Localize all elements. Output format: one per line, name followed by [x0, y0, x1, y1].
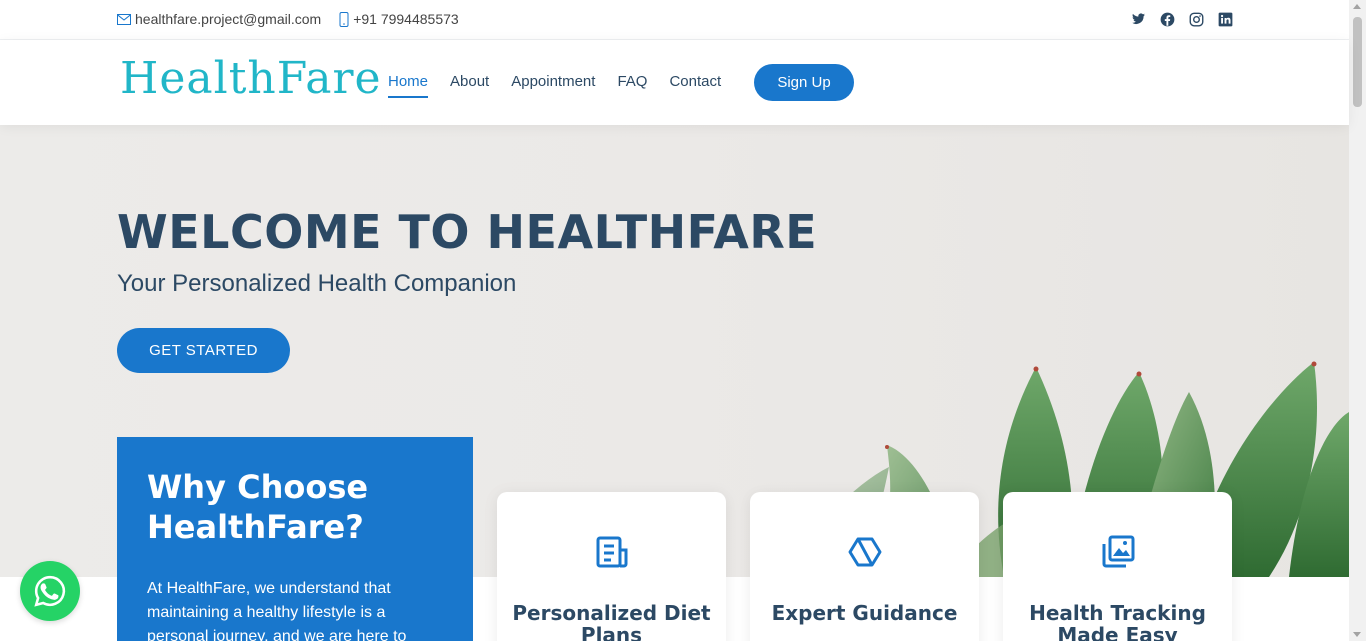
scrollbar-thumb[interactable]	[1353, 17, 1362, 107]
scroll-down-arrow[interactable]	[1353, 632, 1361, 637]
card-title: Expert Guidance	[771, 601, 958, 625]
signup-button[interactable]: Sign Up	[754, 64, 854, 101]
main-header: HealthFare Home About Appointment FAQ Co…	[0, 40, 1349, 125]
top-bar: healthfare.project@gmail.com +91 7994485…	[0, 0, 1349, 40]
phone-text: +91 7994485573	[353, 11, 459, 27]
envelope-icon	[117, 13, 131, 25]
twitter-icon[interactable]	[1131, 12, 1147, 28]
feature-card-expert-guidance: Expert Guidance	[750, 492, 979, 641]
why-title: Why Choose HealthFare?	[147, 468, 369, 546]
why-text: At HealthFare, we understand that mainta…	[147, 580, 407, 641]
main-nav: Home About Appointment FAQ Contact	[388, 73, 743, 98]
hero-title: WELCOME TO HEALTHFARE	[117, 205, 818, 259]
card-title: Health Tracking Made Easy	[1029, 601, 1206, 641]
card-title: Personalized Diet Plans	[512, 601, 711, 641]
whatsapp-chat-button[interactable]	[20, 561, 80, 621]
logo[interactable]: HealthFare	[120, 53, 382, 104]
hero-subtitle: Your Personalized Health Companion	[117, 270, 517, 297]
phone-link[interactable]: +91 7994485573	[339, 11, 459, 27]
why-choose-box: Why Choose HealthFare? At HealthFare, we…	[117, 437, 473, 641]
nav-faq[interactable]: FAQ	[617, 73, 647, 98]
social-links	[1131, 12, 1234, 28]
facebook-icon[interactable]	[1160, 12, 1176, 28]
nav-about[interactable]: About	[450, 73, 489, 98]
scrollbar[interactable]	[1349, 0, 1366, 641]
nav-contact[interactable]: Contact	[669, 73, 721, 98]
feature-card-diet-plans: Personalized Diet Plans	[497, 492, 726, 641]
contact-info: healthfare.project@gmail.com +91 7994485…	[117, 11, 477, 27]
get-started-button[interactable]: GET STARTED	[117, 328, 290, 373]
document-icon	[596, 536, 627, 568]
instagram-icon[interactable]	[1189, 12, 1205, 28]
hexagon-icon	[848, 537, 881, 567]
whatsapp-icon	[34, 575, 66, 607]
email-text: healthfare.project@gmail.com	[135, 11, 322, 27]
linkedin-icon[interactable]	[1218, 12, 1234, 28]
phone-icon	[339, 11, 349, 27]
nav-home[interactable]: Home	[388, 73, 429, 98]
scroll-up-arrow[interactable]	[1353, 4, 1361, 9]
images-icon	[1102, 535, 1134, 568]
feature-card-health-tracking: Health Tracking Made Easy	[1003, 492, 1232, 641]
email-link[interactable]: healthfare.project@gmail.com	[117, 11, 321, 27]
nav-appointment[interactable]: Appointment	[511, 73, 595, 98]
